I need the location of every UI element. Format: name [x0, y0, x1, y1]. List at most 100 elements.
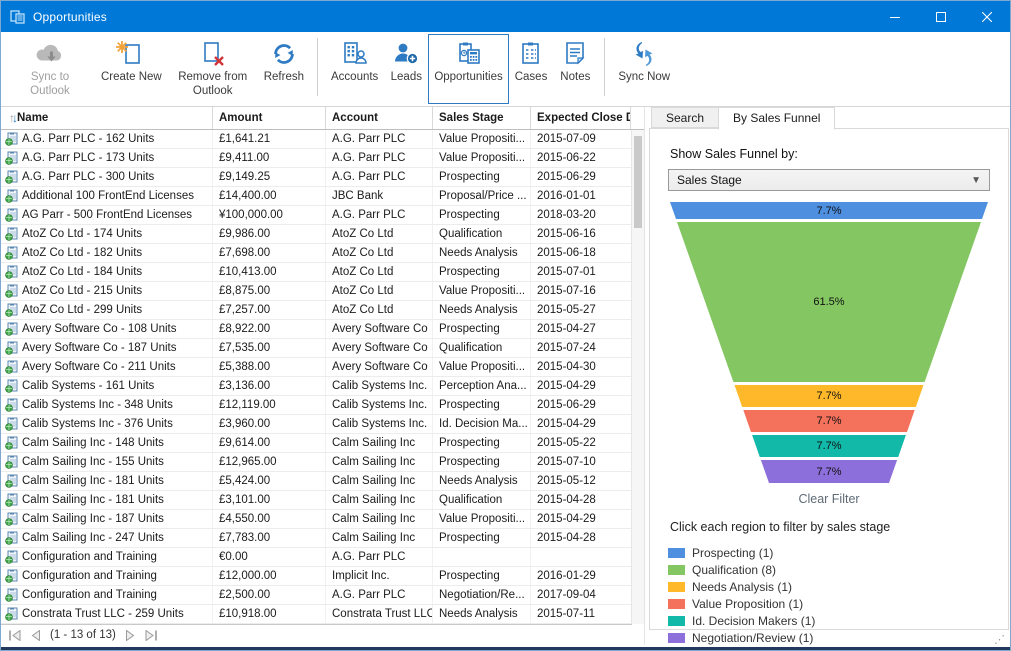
opportunity-icon — [5, 132, 18, 146]
opportunities-button[interactable]: Opportunities — [428, 34, 508, 104]
legend-item[interactable]: Qualification (8) — [668, 563, 990, 577]
toolbar-button-label: Leads — [391, 70, 422, 84]
table-row[interactable]: Calib Systems - 161 Units£3,136.00Calib … — [1, 377, 644, 396]
table-row[interactable]: Calm Sailing Inc - 247 Units£7,783.00Cal… — [1, 529, 644, 548]
toolbar-button-label: Opportunities — [434, 70, 502, 84]
opportunity-icon — [5, 512, 18, 526]
table-row[interactable]: A.G. Parr PLC - 300 Units£9,149.25A.G. P… — [1, 168, 644, 187]
table-cell: Needs Analysis — [433, 301, 531, 319]
table-cell: Constrata Trust LLC - 259 Units — [1, 605, 213, 623]
toolbar-button-label: Cases — [515, 70, 548, 84]
tab-by-sales-funnel[interactable]: By Sales Funnel — [718, 107, 835, 130]
table-row[interactable]: Avery Software Co - 108 Units£8,922.00Av… — [1, 320, 644, 339]
table-cell: A.G. Parr PLC - 162 Units — [1, 130, 213, 148]
table-cell: Proposal/Price ... — [433, 187, 531, 205]
table-row[interactable]: Configuration and Training£12,000.00Impl… — [1, 567, 644, 586]
grid-body: A.G. Parr PLC - 162 Units£1,641.21A.G. P… — [1, 130, 644, 624]
create-new-button[interactable]: Create New — [95, 34, 168, 104]
legend-item[interactable]: Needs Analysis (1) — [668, 580, 990, 594]
table-row[interactable]: Calm Sailing Inc - 181 Units£5,424.00Cal… — [1, 472, 644, 491]
prev-page-button[interactable] — [31, 630, 41, 641]
table-row[interactable]: AtoZ Co Ltd - 299 Units£7,257.00AtoZ Co … — [1, 301, 644, 320]
column-header-expected-close-date[interactable]: Expected Close Date — [531, 107, 631, 129]
table-row[interactable]: Constrata Trust LLC - 259 Units£10,918.0… — [1, 605, 644, 624]
table-row[interactable]: Configuration and Training£2,500.00A.G. … — [1, 586, 644, 605]
sync-now-button[interactable]: Sync Now — [612, 34, 676, 104]
funnel-segment-value-proposition[interactable]: 7.7% — [670, 410, 988, 432]
accounts-button[interactable]: Accounts — [325, 34, 384, 104]
table-row[interactable]: Calm Sailing Inc - 155 Units£12,965.00Ca… — [1, 453, 644, 472]
table-cell: £10,413.00 — [213, 263, 326, 281]
table-row[interactable]: AG Parr - 500 FrontEnd Licenses¥100,000.… — [1, 206, 644, 225]
table-cell: £12,000.00 — [213, 567, 326, 585]
table-cell: Calib Systems Inc - 376 Units — [1, 415, 213, 433]
funnel-segment-id-decision-makers[interactable]: 7.7% — [670, 435, 988, 457]
table-cell: Calm Sailing Inc — [326, 472, 433, 490]
table-cell: JBC Bank — [326, 187, 433, 205]
table-cell: 2015-04-29 — [531, 377, 631, 395]
table-cell: A.G. Parr PLC — [326, 548, 433, 566]
funnel-by-dropdown[interactable]: Sales Stage ▼ — [668, 169, 990, 191]
column-header-amount[interactable]: Amount — [213, 107, 326, 129]
next-page-button[interactable] — [125, 630, 135, 641]
grid-scrollbar[interactable] — [631, 130, 644, 624]
table-cell: Calm Sailing Inc — [326, 434, 433, 452]
column-header-account[interactable]: Account — [326, 107, 433, 129]
table-row[interactable]: Calm Sailing Inc - 187 Units£4,550.00Cal… — [1, 510, 644, 529]
table-row[interactable]: AtoZ Co Ltd - 174 Units£9,986.00AtoZ Co … — [1, 225, 644, 244]
table-row[interactable]: Calm Sailing Inc - 181 Units£3,101.00Cal… — [1, 491, 644, 510]
table-row[interactable]: Configuration and Training€0.00A.G. Parr… — [1, 548, 644, 567]
toolbar-separator — [317, 38, 318, 96]
table-row[interactable]: AtoZ Co Ltd - 184 Units£10,413.00AtoZ Co… — [1, 263, 644, 282]
first-page-button[interactable] — [8, 630, 22, 641]
funnel-segment-qualification[interactable]: 61.5% — [670, 222, 988, 382]
table-row[interactable]: A.G. Parr PLC - 162 Units£1,641.21A.G. P… — [1, 130, 644, 149]
table-cell: A.G. Parr PLC — [326, 168, 433, 186]
opportunity-icon — [5, 607, 18, 621]
title-bar: Opportunities — [1, 1, 1010, 32]
funnel-tab-content: Show Sales Funnel by: Sales Stage ▼ 7.7%… — [649, 128, 1009, 630]
scrollbar-thumb[interactable] — [634, 136, 642, 228]
legend-item[interactable]: Value Proposition (1) — [668, 597, 990, 611]
minimize-button[interactable] — [872, 1, 918, 32]
table-row[interactable]: Calib Systems Inc - 348 Units£12,119.00C… — [1, 396, 644, 415]
table-row[interactable]: AtoZ Co Ltd - 215 Units£8,875.00AtoZ Co … — [1, 282, 644, 301]
cases-button[interactable]: Cases — [509, 34, 554, 104]
legend-item[interactable]: Id. Decision Makers (1) — [668, 614, 990, 628]
notes-button[interactable]: Notes — [553, 34, 597, 104]
table-row[interactable]: Calm Sailing Inc - 148 Units£9,614.00Cal… — [1, 434, 644, 453]
opportunities-grid: ↑↓ Name Amount Account Sales Stage Expec… — [1, 107, 645, 645]
last-page-button[interactable] — [144, 630, 158, 641]
column-header-sales-stage[interactable]: Sales Stage — [433, 107, 531, 129]
column-header-name[interactable]: ↑↓ Name — [1, 107, 213, 129]
table-cell: Id. Decision Ma... — [433, 415, 531, 433]
table-row[interactable]: A.G. Parr PLC - 173 Units£9,411.00A.G. P… — [1, 149, 644, 168]
opportunity-icon — [5, 569, 18, 583]
sync-to-outlook-button[interactable]: Sync to Outlook — [5, 34, 95, 104]
table-row[interactable]: AtoZ Co Ltd - 182 Units£7,698.00AtoZ Co … — [1, 244, 644, 263]
table-cell: Calib Systems Inc. — [326, 377, 433, 395]
funnel-chart: 7.7% 61.5% 7.7% 7.7% 7.7% 7.7% — [670, 202, 988, 483]
table-row[interactable]: Additional 100 FrontEnd Licenses£14,400.… — [1, 187, 644, 206]
sync-to-outlook-icon — [33, 38, 67, 70]
close-button[interactable] — [964, 1, 1010, 32]
table-row[interactable]: Avery Software Co - 211 Units£5,388.00Av… — [1, 358, 644, 377]
legend-item[interactable]: Prospecting (1) — [668, 546, 990, 560]
tab-search[interactable]: Search — [651, 107, 719, 128]
table-cell: £5,388.00 — [213, 358, 326, 376]
funnel-segment-negotiation-review[interactable]: 7.7% — [670, 460, 988, 483]
funnel-segment-prospecting[interactable]: 7.7% — [670, 202, 988, 219]
table-row[interactable]: Calib Systems Inc - 376 Units£3,960.00Ca… — [1, 415, 644, 434]
table-cell: Prospecting — [433, 168, 531, 186]
legend-item[interactable]: Negotiation/Review (1) — [668, 631, 990, 645]
legend-swatch — [668, 548, 685, 558]
table-row[interactable]: Avery Software Co - 187 Units£7,535.00Av… — [1, 339, 644, 358]
refresh-button[interactable]: Refresh — [258, 34, 310, 104]
clear-filter-link[interactable]: Clear Filter — [668, 492, 990, 506]
remove-from-outlook-button[interactable]: Remove from Outlook — [168, 34, 258, 104]
bottom-bar — [1, 647, 1010, 651]
leads-button[interactable]: Leads — [384, 34, 428, 104]
table-cell: A.G. Parr PLC - 173 Units — [1, 149, 213, 167]
funnel-segment-needs-analysis[interactable]: 7.7% — [670, 385, 988, 407]
maximize-button[interactable] — [918, 1, 964, 32]
